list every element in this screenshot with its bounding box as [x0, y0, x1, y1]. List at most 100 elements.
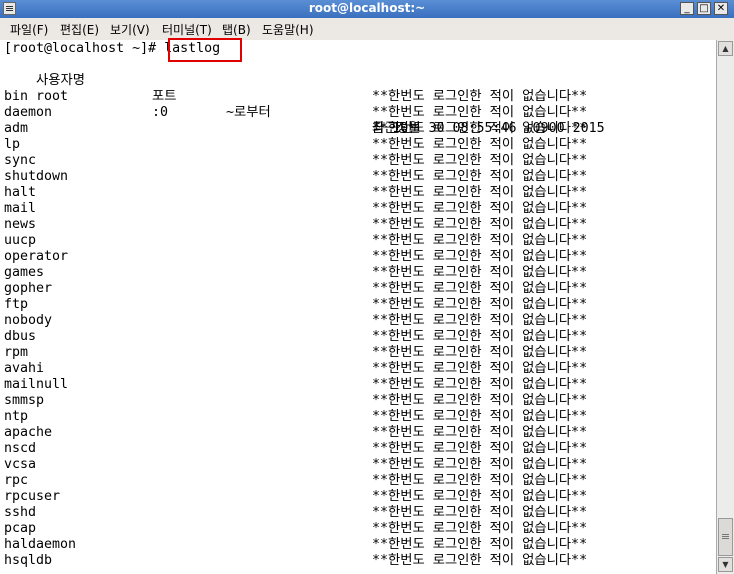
menu-tabs[interactable]: 탭(B)	[222, 21, 251, 38]
row-user: vcsa	[4, 457, 37, 472]
row-never-logged-msg: **한번도 로그인한 적이 없습니다**	[372, 425, 588, 440]
lastlog-row: pcap **한번도 로그인한 적이 없습니다**	[4, 521, 704, 537]
lastlog-row: ftp **한번도 로그인한 적이 없습니다**	[4, 297, 704, 313]
row-never-logged-msg: **한번도 로그인한 적이 없습니다**	[372, 233, 588, 248]
row-never-logged-msg: **한번도 로그인한 적이 없습니다**	[372, 297, 588, 312]
row-never-logged-msg: **한번도 로그인한 적이 없습니다**	[372, 153, 588, 168]
lastlog-row: games **한번도 로그인한 적이 없습니다**	[4, 265, 704, 281]
window-title: root@localhost:~	[308, 1, 426, 15]
row-user: dbus	[4, 329, 37, 344]
row-never-logged-msg: **한번도 로그인한 적이 없습니다**	[372, 441, 588, 456]
lastlog-row: shutdown **한번도 로그인한 적이 없습니다**	[4, 169, 704, 185]
lastlog-row: sshd **한번도 로그인한 적이 없습니다**	[4, 505, 704, 521]
row-user: mailnull	[4, 377, 69, 392]
row-never-logged-msg: **한번도 로그인한 적이 없습니다**	[372, 473, 588, 488]
lastlog-row: daemon **한번도 로그인한 적이 없습니다**	[4, 105, 704, 121]
row-user: ntp	[4, 409, 29, 424]
lastlog-row: rpm **한번도 로그인한 적이 없습니다**	[4, 345, 704, 361]
lastlog-row: bin **한번도 로그인한 적이 없습니다**	[4, 89, 704, 105]
header-row: 사용자명 포트 ~로부터 최근정보	[4, 57, 704, 136]
row-user: rpm	[4, 345, 29, 360]
row-never-logged-msg: **한번도 로그인한 적이 없습니다**	[372, 393, 588, 408]
lastlog-row: avahi **한번도 로그인한 적이 없습니다**	[4, 361, 704, 377]
row-user: daemon	[4, 105, 53, 120]
lastlog-row: operator **한번도 로그인한 적이 없습니다**	[4, 249, 704, 265]
lastlog-row: nscd **한번도 로그인한 적이 없습니다**	[4, 441, 704, 457]
shell-prompt: [root@localhost ~]#	[4, 41, 165, 56]
lastlog-row: rpc **한번도 로그인한 적이 없습니다**	[4, 473, 704, 489]
row-user: pcap	[4, 521, 37, 536]
row-never-logged-msg: **한번도 로그인한 적이 없습니다**	[372, 409, 588, 424]
row-never-logged-msg: **한번도 로그인한 적이 없습니다**	[372, 217, 588, 232]
menu-help[interactable]: 도움말(H)	[262, 21, 314, 38]
row-never-logged-msg: **한번도 로그인한 적이 없습니다**	[372, 329, 588, 344]
lastlog-row: haldaemon **한번도 로그인한 적이 없습니다**	[4, 537, 704, 553]
row-user: lp	[4, 137, 21, 152]
row-user: rpcuser	[4, 489, 61, 504]
row-user: avahi	[4, 361, 45, 376]
lastlog-row: apache **한번도 로그인한 적이 없습니다**	[4, 425, 704, 441]
lastlog-row: vcsa **한번도 로그인한 적이 없습니다**	[4, 457, 704, 473]
row-user: apache	[4, 425, 53, 440]
row-user: rpc	[4, 473, 29, 488]
row-user: adm	[4, 121, 29, 136]
menu-file[interactable]: 파일(F)	[10, 21, 48, 38]
menu-view[interactable]: 보기(V)	[110, 21, 150, 38]
menu-bar: 파일(F) 편집(E) 보기(V) 터미널(T) 탭(B) 도움말(H)	[0, 18, 734, 41]
row-user: bin	[4, 89, 29, 104]
row-user: news	[4, 217, 37, 232]
row-never-logged-msg: **한번도 로그인한 적이 없습니다**	[372, 505, 588, 520]
row-user: mail	[4, 201, 37, 216]
minimize-button[interactable]: _	[680, 2, 694, 15]
row-never-logged-msg: **한번도 로그인한 적이 없습니다**	[372, 345, 588, 360]
terminal-output[interactable]: [root@localhost ~]# lastlog 사용자명 포트 ~로부터…	[0, 40, 716, 574]
row-never-logged-msg: **한번도 로그인한 적이 없습니다**	[372, 537, 588, 552]
row-user: uucp	[4, 233, 37, 248]
row-never-logged-msg: **한번도 로그인한 적이 없습니다**	[372, 89, 588, 104]
maximize-button[interactable]: □	[697, 2, 711, 15]
lastlog-row: ntp **한번도 로그인한 적이 없습니다**	[4, 409, 704, 425]
menu-edit[interactable]: 편집(E)	[60, 21, 99, 38]
row-user: halt	[4, 185, 37, 200]
lastlog-row: halt **한번도 로그인한 적이 없습니다**	[4, 185, 704, 201]
row-user: sshd	[4, 505, 37, 520]
lastlog-row: hsqldb **한번도 로그인한 적이 없습니다**	[4, 553, 704, 569]
row-user: hsqldb	[4, 553, 53, 568]
command-highlight-box	[168, 38, 242, 62]
lastlog-row: uucp **한번도 로그인한 적이 없습니다**	[4, 233, 704, 249]
row-user: games	[4, 265, 45, 280]
row-user: nobody	[4, 313, 53, 328]
row-never-logged-msg: **한번도 로그인한 적이 없습니다**	[372, 121, 588, 136]
row-never-logged-msg: **한번도 로그인한 적이 없습니다**	[372, 281, 588, 296]
lastlog-row: mailnull **한번도 로그인한 적이 없습니다**	[4, 377, 704, 393]
row-never-logged-msg: **한번도 로그인한 적이 없습니다**	[372, 249, 588, 264]
row-never-logged-msg: **한번도 로그인한 적이 없습니다**	[372, 185, 588, 200]
row-user: shutdown	[4, 169, 69, 184]
scrollbar-thumb[interactable]	[718, 518, 733, 556]
row-never-logged-msg: **한번도 로그인한 적이 없습니다**	[372, 377, 588, 392]
row-never-logged-msg: **한번도 로그인한 적이 없습니다**	[372, 265, 588, 280]
close-button[interactable]: ✕	[714, 2, 728, 15]
title-bar[interactable]: root@localhost:~ _ □ ✕	[0, 0, 734, 18]
root-row: root :0 금 10월 30 08:55:46 +0900 2015	[4, 73, 704, 136]
menu-terminal[interactable]: 터미널(T)	[162, 21, 212, 38]
lastlog-row: news **한번도 로그인한 적이 없습니다**	[4, 217, 704, 233]
row-user: nscd	[4, 441, 37, 456]
lastlog-row: sync **한번도 로그인한 적이 없습니다**	[4, 153, 704, 169]
arrow-up-icon[interactable]: ▲	[718, 41, 733, 56]
row-never-logged-msg: **한번도 로그인한 적이 없습니다**	[372, 201, 588, 216]
lastlog-row: smmsp **한번도 로그인한 적이 없습니다**	[4, 393, 704, 409]
row-user: operator	[4, 249, 69, 264]
arrow-down-icon[interactable]: ▼	[718, 557, 733, 572]
row-never-logged-msg: **한번도 로그인한 적이 없습니다**	[372, 553, 588, 568]
row-user: haldaemon	[4, 537, 77, 552]
lastlog-row: gopher **한번도 로그인한 적이 없습니다**	[4, 281, 704, 297]
row-user: ftp	[4, 297, 29, 312]
lastlog-row: lp **한번도 로그인한 적이 없습니다**	[4, 137, 704, 153]
row-never-logged-msg: **한번도 로그인한 적이 없습니다**	[372, 489, 588, 504]
row-never-logged-msg: **한번도 로그인한 적이 없습니다**	[372, 361, 588, 376]
vertical-scrollbar[interactable]: ▲ ▼	[716, 40, 734, 574]
row-never-logged-msg: **한번도 로그인한 적이 없습니다**	[372, 137, 588, 152]
row-never-logged-msg: **한번도 로그인한 적이 없습니다**	[372, 521, 588, 536]
row-user: smmsp	[4, 393, 45, 408]
